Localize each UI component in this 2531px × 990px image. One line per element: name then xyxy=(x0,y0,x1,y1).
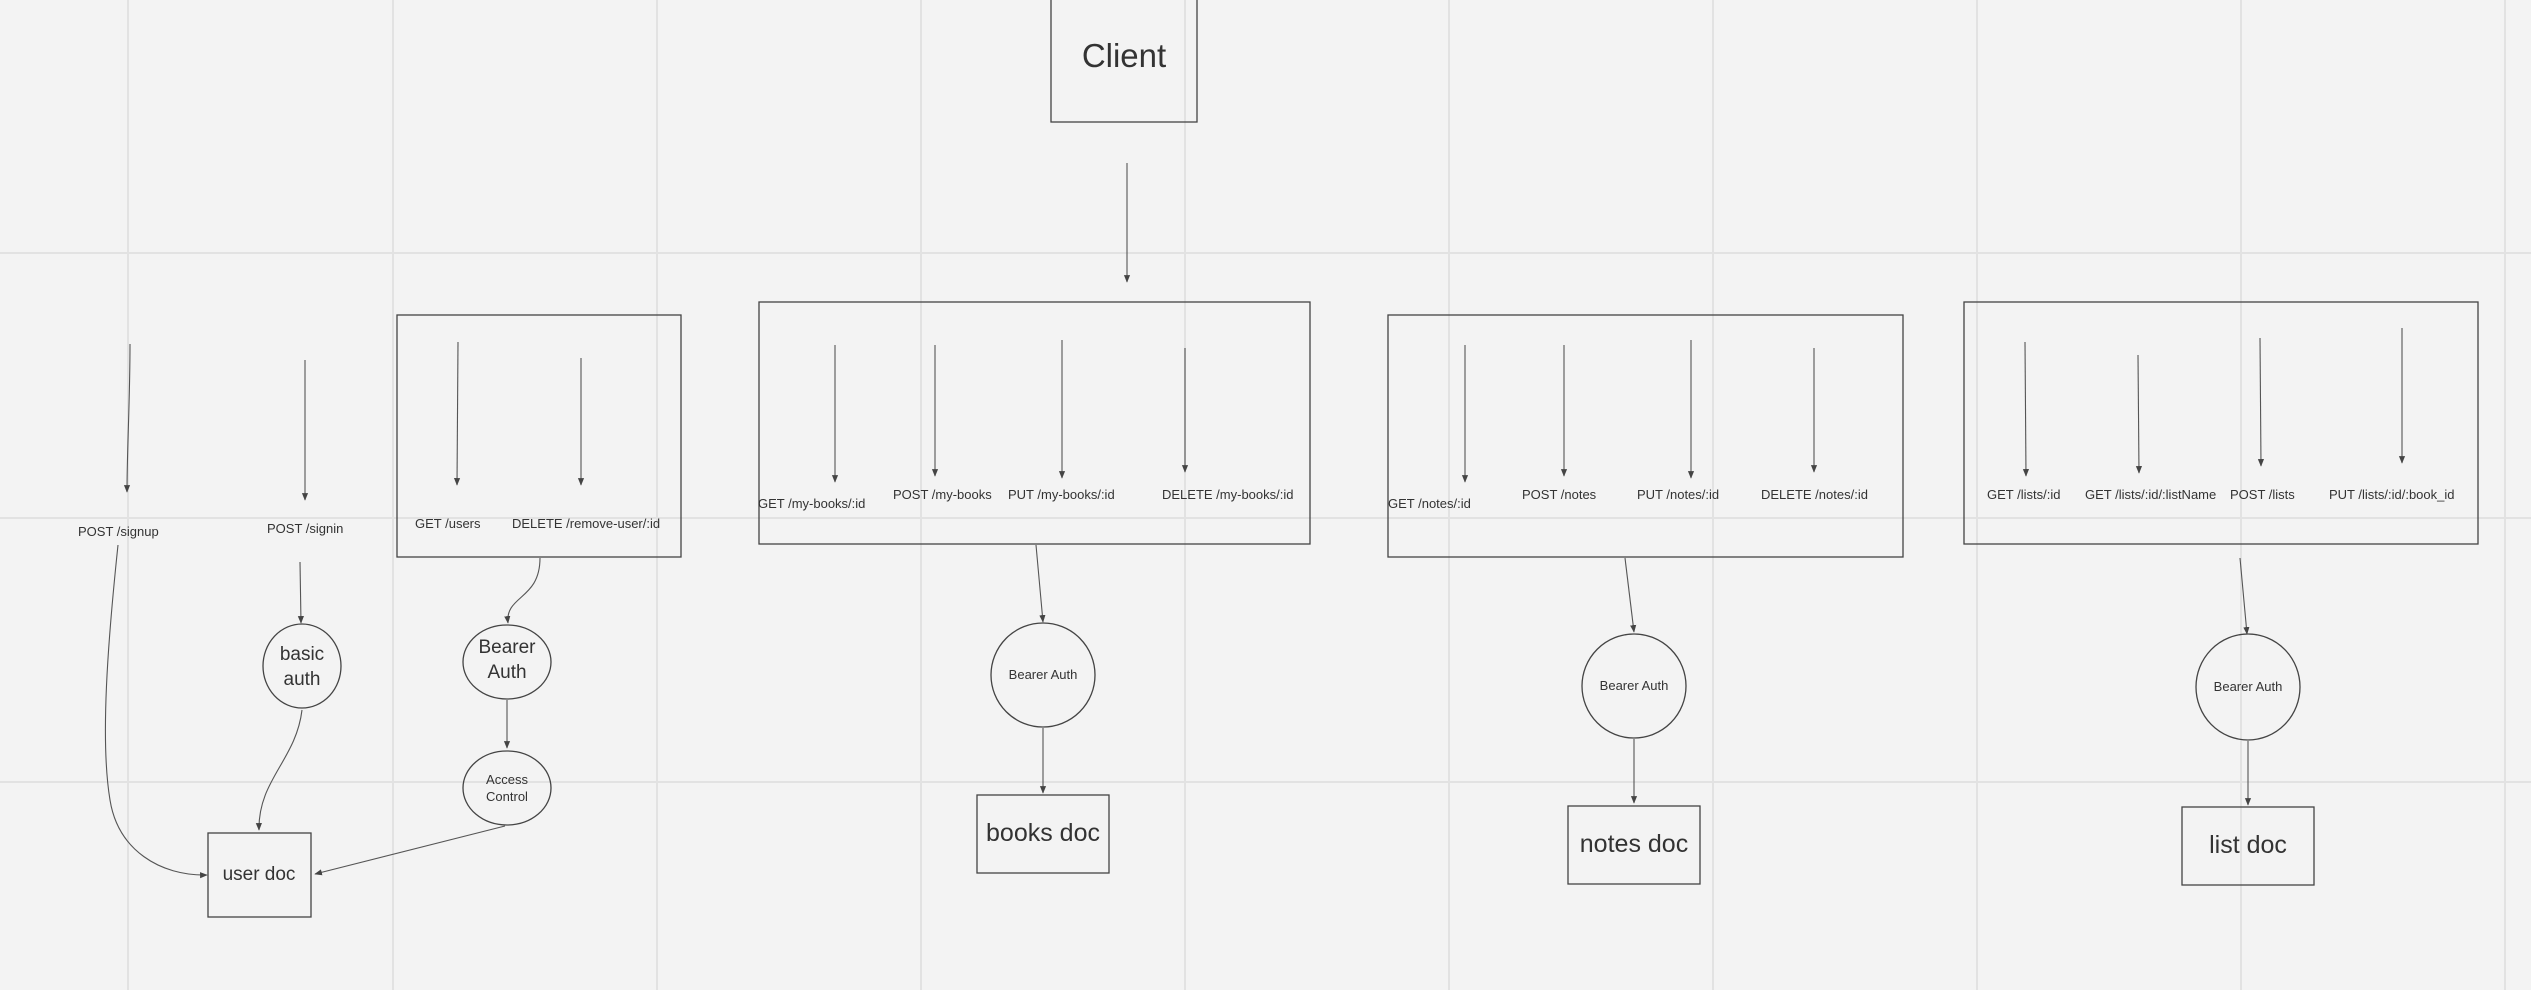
route-label-put-lists-book[interactable]: PUT /lists/:id/:book_id xyxy=(2329,487,2454,502)
route-label-get-users[interactable]: GET /users xyxy=(415,516,481,531)
route-label-get-notes[interactable]: GET /notes/:id xyxy=(1388,496,1471,511)
route-label-post-signin[interactable]: POST /signin xyxy=(267,521,343,536)
route-label-post-lists[interactable]: POST /lists xyxy=(2230,487,2295,502)
user-bearer-auth-node[interactable]: Bearer Auth xyxy=(462,624,552,700)
lists-doc-node[interactable]: list doc xyxy=(2181,806,2315,886)
lists-bearer-auth-node[interactable]: Bearer Auth xyxy=(2195,633,2301,741)
route-label-post-notes[interactable]: POST /notes xyxy=(1522,487,1597,502)
access-control-label-line1: Access xyxy=(486,772,528,787)
client-label: Client xyxy=(1082,37,1166,74)
notes-box-to-auth-edge xyxy=(1624,557,1637,633)
post-lists-route-arrow xyxy=(2257,337,2265,467)
signup-to-user-doc-edge xyxy=(104,544,208,879)
lists-routes-box[interactable] xyxy=(1963,301,2479,545)
client-node[interactable]: Client xyxy=(1050,0,1198,123)
access-control-to-user-doc-edge xyxy=(314,825,506,876)
user-bearer-auth-label-line1: Bearer xyxy=(478,637,536,658)
route-label-delete-my-books[interactable]: DELETE /my-books/:id xyxy=(1162,487,1294,502)
user-doc-label: user doc xyxy=(223,864,296,885)
access-control-label-line2: Control xyxy=(486,789,528,804)
basic-auth-to-user-doc-edge xyxy=(255,709,303,831)
route-label-get-lists-listname[interactable]: GET /lists/:id/:listName xyxy=(2085,487,2216,502)
access-control-node[interactable]: Access Control xyxy=(462,750,552,826)
get-lists-listname-route-arrow xyxy=(2135,354,2143,474)
books-doc-label: books doc xyxy=(986,819,1100,847)
route-label-post-signup[interactable]: POST /signup xyxy=(78,524,159,539)
route-label-post-my-books[interactable]: POST /my-books xyxy=(893,487,992,502)
basic-auth-label-line1: basic xyxy=(280,644,324,665)
basic-auth-node[interactable]: basic auth xyxy=(262,623,342,709)
books-doc-node[interactable]: books doc xyxy=(976,794,1110,874)
route-label-get-lists[interactable]: GET /lists/:id xyxy=(1987,487,2060,502)
get-lists-route-arrow xyxy=(2022,341,2030,477)
notes-bearer-auth-label: Bearer Auth xyxy=(1600,678,1669,693)
diagram-canvas: Client POST /signup POST /signin GET /us… xyxy=(0,0,2531,990)
notes-doc-label: notes doc xyxy=(1580,830,1688,858)
books-bearer-auth-label: Bearer Auth xyxy=(1009,667,1078,682)
notes-doc-node[interactable]: notes doc xyxy=(1567,805,1701,885)
basic-auth-label-line2: auth xyxy=(284,669,321,690)
lists-bearer-auth-label: Bearer Auth xyxy=(2214,679,2283,694)
signin-to-basic-auth-edge xyxy=(297,561,304,624)
books-box-to-auth-edge xyxy=(1035,544,1046,623)
route-label-put-notes[interactable]: PUT /notes/:id xyxy=(1637,487,1719,502)
route-label-get-my-books[interactable]: GET /my-books/:id xyxy=(758,496,865,511)
books-bearer-auth-node[interactable]: Bearer Auth xyxy=(990,622,1096,728)
route-label-put-my-books[interactable]: PUT /my-books/:id xyxy=(1008,487,1115,502)
lists-doc-label: list doc xyxy=(2209,831,2287,859)
user-doc-node[interactable]: user doc xyxy=(207,832,312,918)
notes-bearer-auth-node[interactable]: Bearer Auth xyxy=(1581,633,1687,739)
user-box-to-bearer-auth-edge xyxy=(504,557,541,624)
user-bearer-auth-label-line2: Auth xyxy=(487,662,526,683)
route-label-delete-notes[interactable]: DELETE /notes/:id xyxy=(1761,487,1868,502)
get-users-route-arrow xyxy=(453,341,461,486)
route-label-delete-remove-user[interactable]: DELETE /remove-user/:id xyxy=(512,516,660,531)
